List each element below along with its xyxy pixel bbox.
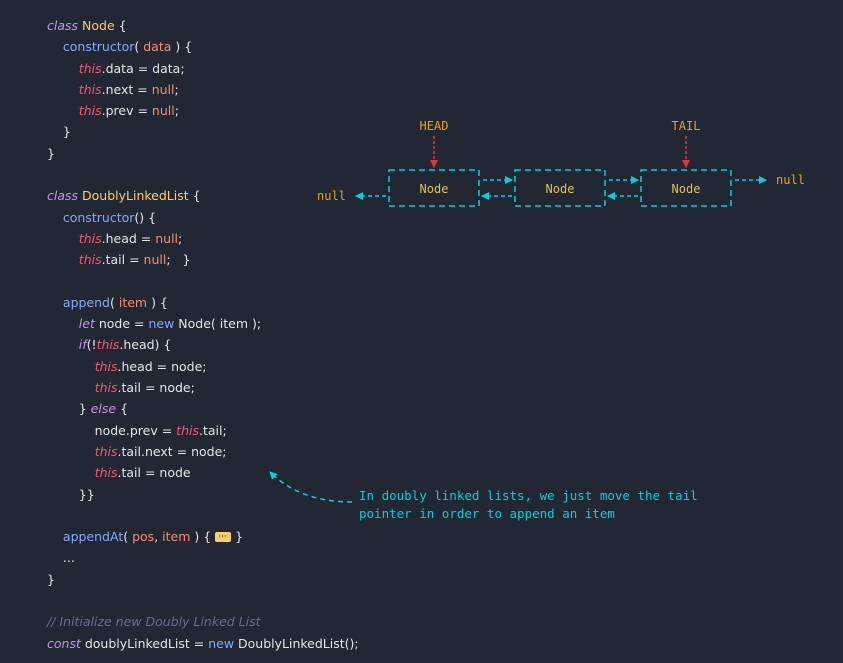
- node-box-1: Node: [388, 169, 480, 207]
- annotation-line-2: pointer in order to append an item: [359, 506, 615, 521]
- node-box-2: Node: [514, 169, 606, 207]
- head-label: HEAD: [420, 119, 449, 133]
- annotation-line-1: In doubly linked lists, we just move the…: [359, 488, 698, 503]
- linked-list-diagram: HEAD TAIL Node Node Node null null In do…: [269, 119, 805, 521]
- node-label-1: Node: [420, 182, 449, 196]
- node-box-3: Node: [640, 169, 732, 207]
- null-right-label: null: [776, 173, 805, 187]
- annotation-arrow: [269, 471, 353, 503]
- null-left-label: null: [317, 189, 346, 203]
- node-label-2: Node: [546, 182, 575, 196]
- tail-label: TAIL: [672, 119, 701, 133]
- node-label-3: Node: [672, 182, 701, 196]
